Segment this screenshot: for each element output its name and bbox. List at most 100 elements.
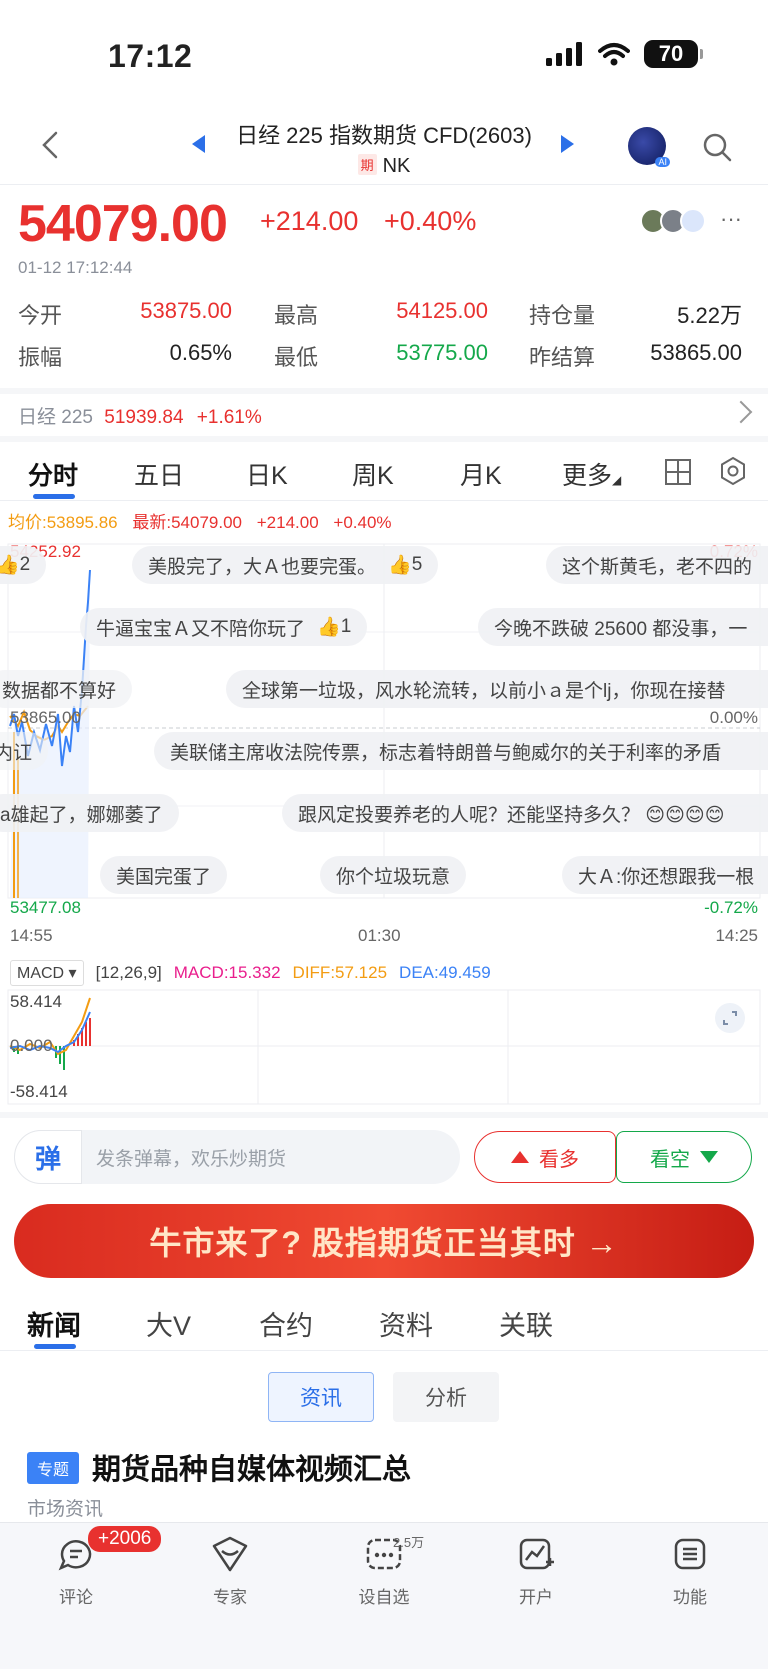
promo-banner[interactable]: 牛市来了? 股指期货正当其时 → bbox=[14, 1204, 754, 1278]
cellular-signal-icon bbox=[546, 42, 582, 66]
macd-value: MACD:15.332 bbox=[173, 963, 281, 982]
tab-weekly-k[interactable]: 周K bbox=[352, 456, 394, 492]
danmu-bubble[interactable]: 你个垃圾玩意 bbox=[320, 856, 467, 894]
tab-monthly-k[interactable]: 月K bbox=[460, 456, 502, 492]
segment-analysis[interactable]: 分析 bbox=[393, 1372, 499, 1422]
chevron-right-icon[interactable] bbox=[729, 400, 753, 424]
tab-five-day[interactable]: 五日 bbox=[134, 456, 184, 492]
section-divider bbox=[0, 388, 768, 394]
battery-indicator: 70 bbox=[644, 40, 703, 68]
danmu-bubble[interactable]: 大Ａ:你还想跟我一根 bbox=[562, 856, 768, 894]
dea-value: DEA:49.459 bbox=[399, 963, 491, 982]
chart-legend: 均价:53895.86 最新:54079.00 +214.00 +0.40% bbox=[8, 508, 392, 533]
tab-data[interactable]: 资料 bbox=[379, 1304, 433, 1343]
danmu-bubble[interactable]: 这个斯黄毛，老不四的 bbox=[546, 546, 768, 584]
related-index-row[interactable]: 日经 225 51939.84 +1.61% bbox=[18, 402, 262, 429]
nav-label: 设自选 bbox=[358, 1588, 410, 1607]
ai-assistant-icon[interactable]: AI bbox=[628, 127, 670, 167]
up-triangle-icon bbox=[511, 1151, 529, 1163]
tab-daily-k[interactable]: 日K bbox=[246, 456, 288, 492]
nav-functions[interactable]: 功能 bbox=[640, 1534, 740, 1608]
danmu-bubble[interactable]: a雄起了，娜娜萎了 bbox=[0, 794, 179, 832]
eye-icon bbox=[680, 208, 706, 234]
stat-label-amplitude: 振幅 bbox=[18, 345, 63, 370]
function-icon bbox=[674, 1538, 706, 1570]
current-price: 54079.00 bbox=[18, 195, 228, 253]
search-icon[interactable] bbox=[702, 132, 732, 162]
macd-params: [12,26,9] bbox=[95, 963, 162, 982]
layout-grid-icon[interactable] bbox=[664, 458, 692, 486]
watch-count: 2.5万 bbox=[393, 1535, 425, 1550]
x-axis-label: 14:25 bbox=[715, 926, 758, 945]
nav-label: 开户 bbox=[519, 1588, 553, 1607]
stat-value-open-interest: 5.22万 bbox=[677, 303, 742, 328]
tab-news[interactable]: 新闻 bbox=[27, 1304, 81, 1343]
next-contract-icon[interactable] bbox=[561, 135, 574, 153]
danmu-bubble[interactable]: 👍 2 bbox=[0, 546, 47, 584]
x-axis-label: 01:30 bbox=[358, 926, 401, 945]
stat-value-amplitude: 0.65% bbox=[169, 340, 232, 365]
nav-expert[interactable]: 专家 bbox=[180, 1534, 280, 1608]
danmu-bubble[interactable]: 美联储主席收法院传票，标志着特朗普与鲍威尔的关于利率的矛盾 bbox=[154, 732, 768, 770]
legend-avg: 均价:53895.86 bbox=[8, 513, 118, 532]
settings-icon[interactable] bbox=[718, 456, 748, 486]
nav-label: 专家 bbox=[213, 1588, 247, 1607]
price-change-pct: +0.40% bbox=[384, 206, 477, 236]
macd-zero: 0.000 bbox=[10, 1036, 53, 1055]
futures-badge: 期 bbox=[357, 154, 377, 175]
price-change: +214.00 bbox=[260, 206, 359, 236]
danmu-placeholder: 发条弹幕，欢乐炒期货 bbox=[96, 1148, 287, 1170]
stat-value-prev-settle: 53865.00 bbox=[650, 340, 742, 365]
wifi-icon bbox=[598, 43, 630, 66]
stat-label-high: 最高 bbox=[274, 303, 319, 328]
down-triangle-icon bbox=[700, 1151, 718, 1163]
expert-icon bbox=[212, 1536, 248, 1572]
stat-value-open: 53875.00 bbox=[140, 298, 232, 323]
macd-legend: MACD ▾ [12,26,9] MACD:15.332 DIFF:57.125… bbox=[10, 960, 491, 986]
nav-label: 功能 bbox=[673, 1588, 707, 1607]
stat-label-prev-settle: 昨结算 bbox=[529, 345, 596, 370]
index-value: 51939.84 bbox=[104, 407, 184, 428]
tab-bigv[interactable]: 大V bbox=[146, 1304, 191, 1343]
bearish-button[interactable]: 看空 bbox=[616, 1131, 752, 1183]
danmu-bubble[interactable]: 牛逼宝宝Ａ又不陪你玩了 👍 1 bbox=[80, 608, 368, 646]
stat-label-open: 今开 bbox=[18, 303, 63, 328]
expand-icon[interactable] bbox=[714, 1002, 746, 1034]
thumb-up-icon: 👍 bbox=[0, 555, 20, 576]
danmu-input[interactable]: 弹 发条弹幕，欢乐炒期货 bbox=[14, 1130, 460, 1184]
danmu-bubble[interactable]: 今晚不跌破 25600 都没事，一 bbox=[478, 608, 768, 646]
tab-more[interactable]: 更多◢ bbox=[562, 456, 621, 492]
tab-intraday[interactable]: 分时 bbox=[28, 456, 78, 492]
danmu-bubble[interactable]: 美国完蛋了 bbox=[100, 856, 228, 894]
news-tabs-divider bbox=[0, 1350, 768, 1351]
thumb-up-icon[interactable]: 👍 bbox=[388, 553, 412, 577]
legend-pct: +0.40% bbox=[333, 513, 392, 532]
section-divider bbox=[0, 1112, 768, 1118]
bullish-button[interactable]: 看多 bbox=[474, 1131, 616, 1183]
index-pct: +1.61% bbox=[196, 407, 262, 428]
index-name: 日经 225 bbox=[18, 407, 93, 428]
legend-change: +214.00 bbox=[256, 513, 319, 532]
danmu-bubble[interactable]: 全球第一垃圾，风水轮流转，以前小ａ是个lj，你现在接替 bbox=[226, 670, 768, 708]
news-tab-underline bbox=[34, 1344, 76, 1349]
danmu-bubble[interactable]: 美股完了，大Ａ也要完蛋。 👍 5 bbox=[132, 546, 439, 584]
tabs-divider bbox=[0, 500, 768, 501]
danmu-bubble[interactable]: 跟风定投要养老的人呢？还能坚持多久？ 😊😊😊😊 bbox=[282, 794, 768, 832]
header-divider bbox=[0, 184, 768, 185]
danmu-bubble[interactable]: 数据都不算好 bbox=[0, 670, 133, 708]
section-divider bbox=[0, 436, 768, 442]
segment-info[interactable]: 资讯 bbox=[268, 1372, 374, 1422]
legend-latest: 最新:54079.00 bbox=[132, 513, 243, 532]
macd-chart[interactable] bbox=[0, 988, 768, 1106]
topic-title[interactable]: 期货品种自媒体视频汇总 bbox=[92, 1446, 411, 1488]
tab-related[interactable]: 关联 bbox=[499, 1304, 553, 1343]
tab-underline bbox=[33, 494, 75, 499]
thumb-up-icon[interactable]: 👍 bbox=[317, 615, 341, 639]
more-icon[interactable]: ··· bbox=[720, 206, 742, 232]
danmu-bubble[interactable]: 内讧 bbox=[0, 732, 49, 770]
indicator-select[interactable]: MACD ▾ bbox=[10, 960, 84, 986]
nav-open-account[interactable]: 开户 bbox=[486, 1534, 586, 1608]
viewer-avatars[interactable] bbox=[640, 208, 706, 234]
tab-more-label: 更多 bbox=[562, 462, 613, 490]
tab-contract[interactable]: 合约 bbox=[259, 1304, 313, 1343]
